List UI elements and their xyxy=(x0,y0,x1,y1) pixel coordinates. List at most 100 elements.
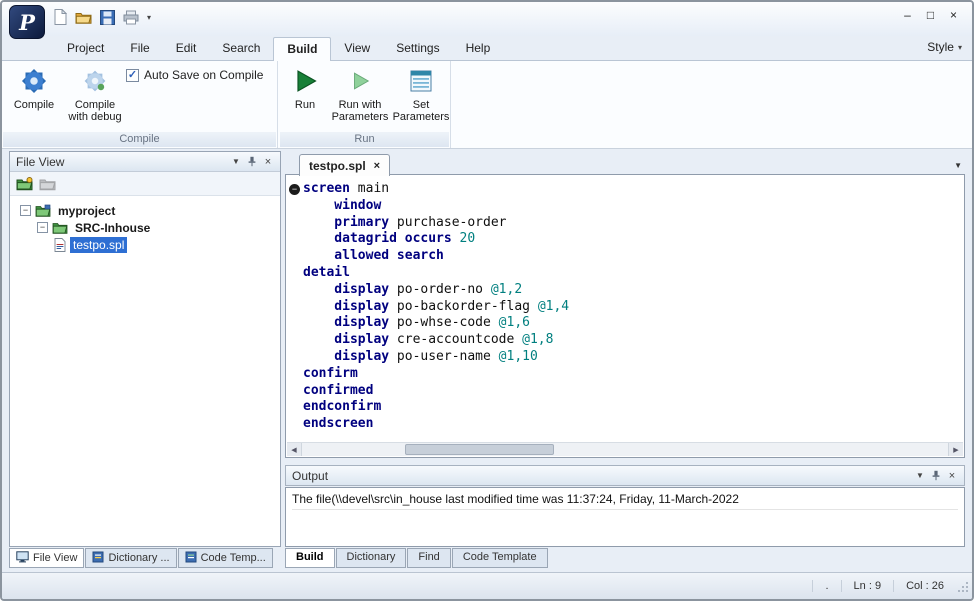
scroll-right-arrow-icon[interactable]: ▶ xyxy=(948,443,963,456)
code-line: display po-order-no @1,2 xyxy=(303,281,523,297)
menu-tab-view[interactable]: View xyxy=(331,37,383,60)
compile-with-debug-button[interactable]: Compile with debug xyxy=(64,65,126,123)
maximize-button[interactable]: □ xyxy=(920,6,941,23)
code-line: window xyxy=(303,197,382,213)
tree-item-testpo-spl[interactable]: testpo.spl xyxy=(10,236,280,253)
run-button-label: Run xyxy=(294,99,316,111)
tree-collapse-icon[interactable]: − xyxy=(37,222,48,233)
output-tab-dictionary[interactable]: Dictionary xyxy=(335,548,407,568)
style-menu-label: Style xyxy=(927,40,954,54)
app-logo[interactable]: P xyxy=(9,5,45,39)
run-with-parameters-button[interactable]: Run with Parameters xyxy=(329,65,391,123)
save-icon[interactable] xyxy=(100,9,115,25)
output-menu-chevron-icon[interactable]: ▼ xyxy=(912,469,928,483)
editor-tab-close-icon[interactable]: × xyxy=(374,160,380,172)
folder-icon xyxy=(52,221,68,234)
status-bar: . Ln : 9 Col : 26 xyxy=(2,572,972,599)
quick-access-toolbar: ▾ xyxy=(54,9,151,25)
set-parameters-grid-icon xyxy=(408,65,434,97)
horizontal-scrollbar[interactable]: ◀ ▶ xyxy=(287,442,963,456)
file-view-close-icon[interactable]: × xyxy=(260,155,276,169)
panel-tab-label: File View xyxy=(33,552,78,564)
menu-tab-edit[interactable]: Edit xyxy=(163,37,210,60)
panel-tab-label: Dictionary ... xyxy=(108,552,170,564)
print-icon[interactable] xyxy=(123,10,139,25)
output-bottom-tabs: Build Dictionary Find Code Template xyxy=(285,548,548,568)
run-play-icon xyxy=(291,65,319,97)
compile-button[interactable]: Compile xyxy=(6,65,62,111)
panel-tab-dictionary-[interactable]: Dictionary ... xyxy=(85,548,177,568)
scroll-left-arrow-icon[interactable]: ◀ xyxy=(287,443,302,456)
file-view-panel: File View ▼ × − myproject − SRC-Inhouse test… xyxy=(9,151,281,547)
new-file-icon[interactable] xyxy=(54,9,67,25)
file-view-toolbar xyxy=(10,172,280,196)
menu-tab-file[interactable]: File xyxy=(117,37,162,60)
code-editor[interactable]: − screen main window primary purchase-or… xyxy=(285,174,965,458)
tree-item-label: testpo.spl xyxy=(70,236,128,253)
customize-toolbar-icon[interactable]: ▾ xyxy=(147,13,151,22)
menu-tab-search[interactable]: Search xyxy=(209,37,273,60)
dictionary-icon xyxy=(92,551,104,566)
tree-collapse-icon[interactable]: − xyxy=(20,205,31,216)
code-line: screen main xyxy=(303,181,390,196)
editor-tab-testpo[interactable]: testpo.spl × xyxy=(299,154,391,176)
code-line: display po-user-name @1,10 xyxy=(303,348,538,364)
menu-tab-build[interactable]: Build xyxy=(273,37,332,61)
status-line-number: Ln : 9 xyxy=(840,580,894,592)
scrollbar-track[interactable] xyxy=(302,443,948,456)
output-panel-body: The file(\\devel\src\in_house last modif… xyxy=(285,487,965,547)
editor-tab-strip: testpo.spl × ▼ xyxy=(285,153,965,176)
file-view-header: File View ▼ × xyxy=(10,152,280,172)
output-pin-icon[interactable] xyxy=(928,469,944,483)
output-tab-code-template[interactable]: Code Template xyxy=(451,548,548,568)
output-title: Output xyxy=(292,468,329,483)
run-button[interactable]: Run xyxy=(283,65,327,111)
run-with-parameters-play-icon xyxy=(349,65,371,97)
code-line: confirmed xyxy=(303,382,374,398)
menu-tab-help[interactable]: Help xyxy=(453,37,504,60)
scrollbar-thumb[interactable] xyxy=(405,444,554,455)
file-view-pin-icon[interactable] xyxy=(244,155,260,169)
output-tab-find[interactable]: Find xyxy=(407,548,451,568)
auto-save-on-compile-checkbox[interactable]: ✓ Auto Save on Compile xyxy=(126,68,263,82)
file-view-menu-chevron-icon[interactable]: ▼ xyxy=(228,155,244,169)
new-folder-icon[interactable] xyxy=(16,176,33,191)
panel-tab-code-temp-[interactable]: Code Temp... xyxy=(177,548,273,568)
minimize-button[interactable]: – xyxy=(897,6,918,23)
ide-window: ▾ – □ × P Project File Edit Search Build View… xyxy=(0,0,974,601)
folder-options-icon[interactable] xyxy=(39,177,56,191)
window-controls: – □ × xyxy=(897,6,964,23)
menu-tab-project[interactable]: Project xyxy=(54,37,117,60)
code-line: display po-backorder-flag @1,4 xyxy=(303,298,570,314)
file-view-title: File View xyxy=(16,154,65,169)
output-tab-build[interactable]: Build xyxy=(285,548,335,568)
set-parameters-button[interactable]: Set Parameters xyxy=(393,65,449,123)
output-close-icon[interactable]: × xyxy=(944,469,960,483)
code-line: display cre-accountcode @1,8 xyxy=(303,332,554,348)
code-line: detail xyxy=(303,264,350,280)
code-line: allowed search xyxy=(303,248,444,264)
panel-tab-file-view[interactable]: File View xyxy=(9,548,85,568)
project-icon xyxy=(35,204,51,217)
document-list-chevron-icon[interactable]: ▼ xyxy=(954,161,962,170)
project-tree: − myproject − SRC-Inhouse testpo.spl xyxy=(10,196,280,546)
checkbox-check-icon: ✓ xyxy=(126,68,139,82)
close-button[interactable]: × xyxy=(943,6,964,23)
editor-tab-label: testpo.spl xyxy=(309,158,366,173)
tree-item-label: myproject xyxy=(58,203,116,218)
auto-save-label: Auto Save on Compile xyxy=(144,68,264,82)
tree-item-src-inhouse[interactable]: − SRC-Inhouse xyxy=(10,219,280,236)
compile-gear-icon xyxy=(19,65,49,97)
menu-tab-settings[interactable]: Settings xyxy=(383,37,452,60)
open-file-icon[interactable] xyxy=(75,11,92,24)
code-area[interactable]: screen main window primary purchase-orde… xyxy=(286,175,964,441)
file-icon xyxy=(54,237,66,252)
resize-grip[interactable] xyxy=(957,581,969,596)
run-group-label: Run xyxy=(280,132,449,147)
compile-debug-gear-icon xyxy=(82,65,108,97)
tree-item-myproject[interactable]: − myproject xyxy=(10,202,280,219)
tree-item-label: SRC-Inhouse xyxy=(75,220,151,235)
output-message: The file(\\devel\src\in_house last modif… xyxy=(292,492,958,510)
output-panel-header: Output ▼ × xyxy=(285,465,965,486)
style-menu-button[interactable]: Style ▾ xyxy=(927,40,962,54)
